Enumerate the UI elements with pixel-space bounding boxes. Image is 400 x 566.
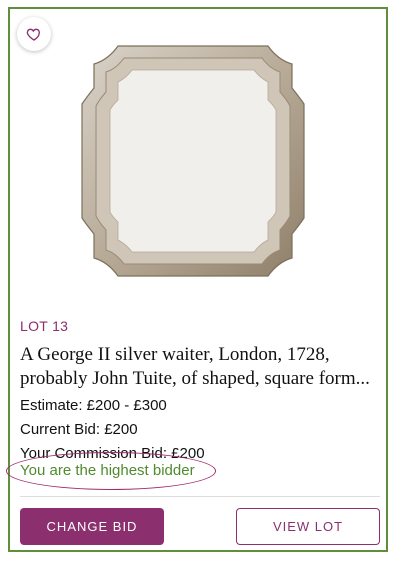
lot-number: LOT 13 [20,318,69,334]
view-lot-button[interactable]: VIEW LOT [236,508,380,545]
lot-image[interactable] [78,38,308,283]
change-bid-button[interactable]: CHANGE BID [20,508,164,545]
favorite-button[interactable] [17,17,51,51]
heart-icon [26,28,40,41]
divider [20,496,380,497]
lot-title[interactable]: A George II silver waiter, London, 1728,… [20,343,375,391]
highlight-ellipse [6,452,216,490]
current-bid-text: Current Bid: £200 [20,421,138,438]
estimate-text: Estimate: £200 - £300 [20,397,167,414]
